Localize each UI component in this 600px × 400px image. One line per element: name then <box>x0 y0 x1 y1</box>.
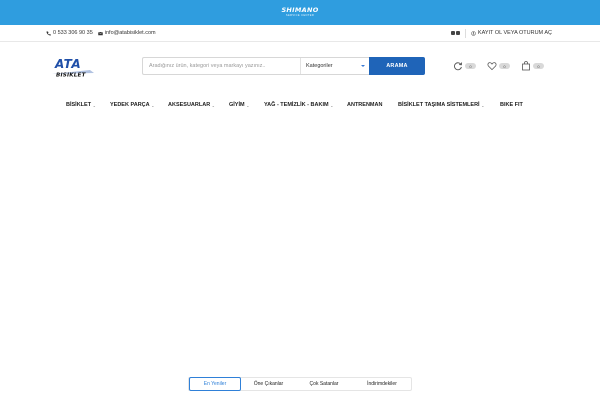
category-select[interactable]: Kategoriler <box>300 58 370 74</box>
chevron-down-icon: ⌄ <box>92 102 96 108</box>
tab-en-yeniler[interactable]: En Yeniler <box>189 377 241 391</box>
shopping-bag-icon <box>522 61 530 71</box>
phone-number: 0 533 306 90 35 <box>53 30 93 36</box>
nav-label: YEDEK PARÇA <box>110 102 150 108</box>
nav-label: BİSİKLET TAŞIMA SİSTEMLERİ <box>398 102 480 108</box>
chevron-down-icon: ⌄ <box>211 102 216 108</box>
nav-item-bisiklet[interactable]: BİSİKLET ⌄ <box>66 102 96 108</box>
tab-label: Çok Satanlar <box>309 381 339 387</box>
nav-item-bisiklet-tasima-sistemleri[interactable]: BİSİKLET TAŞIMA SİSTEMLERİ ⌄ <box>398 102 484 108</box>
nav-item-yag-temizlik-bakim[interactable]: YAĞ - TEMİZLİK - BAKIM ⌄ <box>264 102 333 108</box>
wishlist-button[interactable]: 0 <box>487 61 510 71</box>
nav-label: GİYİM <box>229 102 245 108</box>
chevron-down-icon: ⌄ <box>330 102 334 108</box>
tab-one-cikanlar[interactable]: Öne Çıkanlar <box>242 378 295 390</box>
chevron-down-icon: ⌄ <box>151 102 155 108</box>
mail-icon <box>97 31 103 35</box>
shimano-subtitle: SERVICE CENTER <box>285 13 315 17</box>
tab-label: En Yeniler <box>203 381 227 387</box>
ata-bisiklet-logo: ATA BISIKLET <box>52 57 94 79</box>
tab-label: İndirimdekiler <box>367 381 397 387</box>
heart-icon <box>487 62 497 71</box>
site-logo[interactable]: ATA BISIKLET <box>50 57 96 79</box>
nav-label: BİSİKLET <box>66 102 92 108</box>
compare-count: 0 <box>465 63 476 69</box>
top-utility-bar: 0 533 306 90 35 info@atabisiklet.com KAY… <box>0 25 600 42</box>
nav-label: AKSESUARLAR <box>168 102 211 108</box>
nav-item-aksesuarlar[interactable]: AKSESUARLAR ⌄ <box>168 102 215 108</box>
divider <box>464 28 466 38</box>
search-form: Kategoriler <box>142 57 370 75</box>
user-icon <box>471 30 476 36</box>
search-button[interactable]: ARAMA <box>369 57 425 75</box>
chevron-down-icon: ⌄ <box>246 102 250 108</box>
tab-indirimdekiler[interactable]: İndirimdekiler <box>353 378 411 390</box>
logo-text-bottom: BISIKLET <box>56 73 87 79</box>
phone-link[interactable]: 0 533 306 90 35 <box>46 30 93 36</box>
logo-text-top: ATA <box>54 57 81 71</box>
email-address: info@atabisiklet.com <box>104 30 156 36</box>
phone-icon <box>46 31 51 35</box>
promo-bar[interactable]: SHIMANO SERVICE CENTER <box>0 0 600 25</box>
tab-cok-satanlar[interactable]: Çok Satanlar <box>297 378 351 390</box>
nav-item-antrenman[interactable]: ANTRENMAN <box>347 102 382 108</box>
cart-button[interactable]: 0 <box>521 61 544 71</box>
email-link[interactable]: info@atabisiklet.com <box>97 30 156 36</box>
social-links <box>450 31 460 35</box>
category-label: Kategoriler <box>306 63 333 69</box>
instagram-icon[interactable] <box>455 31 460 35</box>
search-input[interactable] <box>143 58 298 74</box>
nav-item-bike-fit[interactable]: BIKE FIT <box>500 102 523 108</box>
wishlist-count: 0 <box>499 63 510 69</box>
account-area: KAYIT OL VEYA OTURUM AÇ <box>450 28 552 38</box>
account-link[interactable]: KAYIT OL VEYA OTURUM AÇ <box>471 30 552 36</box>
nav-item-yedek-parca[interactable]: YEDEK PARÇA ⌄ <box>110 102 155 108</box>
refresh-icon <box>454 62 463 71</box>
nav-item-giyim[interactable]: GİYİM ⌄ <box>229 102 249 108</box>
facebook-icon[interactable] <box>450 31 455 35</box>
product-tabs: En Yeniler Öne Çıkanlar Çok Satanlar İnd… <box>188 377 412 391</box>
account-text: KAYIT OL VEYA OTURUM AÇ <box>477 30 552 36</box>
nav-label: YAĞ - TEMİZLİK - BAKIM <box>264 102 329 108</box>
contact-info: 0 533 306 90 35 info@atabisiklet.com <box>46 30 156 36</box>
compare-button[interactable]: 0 <box>453 61 476 71</box>
shimano-service-center-logo[interactable]: SHIMANO SERVICE CENTER <box>281 7 318 17</box>
nav-label: ANTRENMAN <box>347 102 383 108</box>
shimano-brand: SHIMANO <box>281 6 319 15</box>
chevron-down-icon: ⌄ <box>481 102 485 108</box>
cart-count: 0 <box>533 63 544 69</box>
caret-down-icon <box>361 65 365 67</box>
tab-label: Öne Çıkanlar <box>253 381 284 387</box>
main-navigation: BİSİKLET ⌄ YEDEK PARÇA ⌄ AKSESUARLAR ⌄ GİYİ… <box>0 96 600 114</box>
nav-label: BIKE FIT <box>500 102 523 108</box>
